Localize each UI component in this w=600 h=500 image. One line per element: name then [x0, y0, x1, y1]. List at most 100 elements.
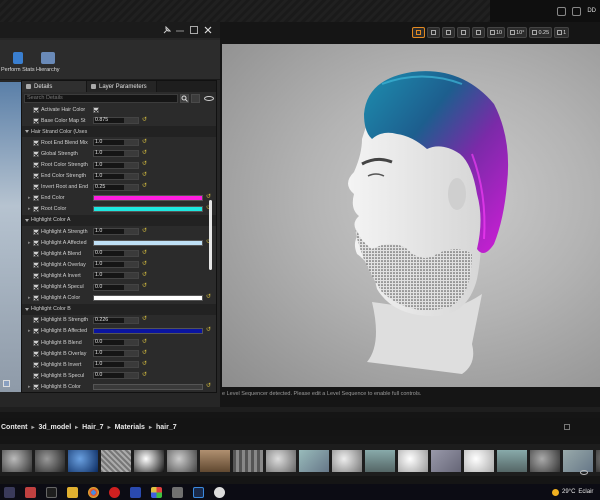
color-swatch[interactable] [93, 295, 203, 302]
parameter-value-input[interactable]: 1.0 [93, 161, 139, 169]
viewport-button[interactable] [472, 27, 485, 38]
reset-to-default-icon[interactable]: ↺ [142, 228, 148, 235]
color-swatch[interactable] [93, 206, 203, 213]
eye-icon[interactable] [204, 95, 214, 101]
value-slider-track[interactable] [124, 184, 138, 190]
parameter-row[interactable]: Highlight B Blend 0.0 ↺ [22, 337, 216, 348]
value-slider-track[interactable] [124, 373, 138, 379]
parameter-checkbox[interactable] [33, 272, 39, 279]
asset-thumbnail[interactable] [233, 450, 263, 472]
parameter-value-input[interactable]: 1.0 [93, 272, 139, 280]
color-swatch[interactable] [93, 383, 203, 390]
reset-to-default-icon[interactable]: ↺ [142, 250, 148, 257]
parameter-checkbox[interactable] [33, 106, 39, 113]
reset-to-default-icon[interactable]: ↺ [142, 139, 148, 146]
viewport-button[interactable] [427, 27, 440, 38]
value-slider-track[interactable] [124, 140, 138, 146]
parameter-row[interactable]: ▸Root Color↺ [22, 204, 216, 215]
reset-to-default-icon[interactable]: ↺ [142, 183, 148, 190]
parameter-row[interactable]: ▸Highlight A Affected↺ [22, 237, 216, 248]
chrome-icon[interactable] [88, 486, 99, 498]
parameter-checkbox[interactable] [33, 228, 39, 235]
asset-thumbnail[interactable] [167, 450, 197, 472]
breadcrumb-item[interactable]: hair_7 [156, 424, 177, 431]
breadcrumb-separator-icon[interactable]: ▸ [108, 424, 111, 431]
parameter-value-input[interactable]: 1.0 [93, 150, 139, 158]
asset-thumbnail[interactable] [2, 450, 32, 472]
value-slider-track[interactable] [124, 362, 138, 368]
photoshop-icon[interactable] [193, 486, 204, 498]
parameter-checkbox[interactable] [33, 383, 39, 390]
parameter-checkbox[interactable] [33, 150, 39, 157]
panel-scrollbar[interactable] [209, 200, 212, 270]
parameter-row[interactable]: Root Color Strength 1.0 ↺ [22, 159, 216, 170]
parameter-value-input[interactable]: 1.0 [93, 350, 139, 358]
parameter-checkbox[interactable] [33, 139, 39, 146]
parameter-value-input[interactable]: 0.0 [93, 339, 139, 347]
viewport-button[interactable]: 10 [487, 27, 506, 38]
viewport-button[interactable]: 0.25 [529, 27, 553, 38]
history-dropdown-icon[interactable] [564, 424, 570, 430]
color-swatch[interactable] [93, 239, 203, 246]
parameter-checkbox[interactable] [33, 339, 39, 346]
asset-thumbnail[interactable] [200, 450, 230, 472]
parameter-value-input[interactable]: 1.0 [93, 228, 139, 236]
category-header[interactable]: Highlight Color A [22, 214, 216, 227]
reset-to-default-icon[interactable]: ↺ [142, 372, 148, 379]
asset-thumbnail[interactable] [398, 450, 428, 472]
app-icon[interactable] [25, 486, 36, 498]
color-swatch[interactable] [93, 328, 203, 335]
breadcrumb-item[interactable]: Content [1, 424, 27, 431]
reset-to-default-icon[interactable]: ↺ [142, 361, 148, 368]
parameter-row[interactable]: Base Color Map St 0.875 ↺ [22, 115, 216, 126]
value-slider-track[interactable] [124, 340, 138, 346]
asset-thumbnail[interactable] [332, 450, 362, 472]
reset-to-default-icon[interactable]: ↺ [142, 161, 148, 168]
asset-thumbnail[interactable] [134, 450, 164, 472]
parameter-row[interactable]: Highlight B Invert 1.0 ↺ [22, 359, 216, 370]
parameter-checkbox[interactable] [33, 239, 39, 246]
parameter-value-input[interactable]: 1.0 [93, 261, 139, 269]
parameter-row[interactable]: Highlight B Overlay 1.0 ↺ [22, 348, 216, 359]
reset-to-default-icon[interactable]: ↺ [142, 150, 148, 157]
parameter-value-input[interactable]: 1.0 [93, 361, 139, 369]
mail-icon[interactable] [172, 486, 183, 498]
parameter-row[interactable]: Highlight A Blend 0.0 ↺ [22, 248, 216, 259]
value-slider-track[interactable] [124, 262, 138, 268]
value-slider-track[interactable] [124, 351, 138, 357]
parameter-checkbox[interactable] [33, 250, 39, 257]
reset-to-default-icon[interactable]: ↺ [142, 172, 148, 179]
breadcrumb-separator-icon[interactable]: ▸ [75, 424, 78, 431]
opera-icon[interactable] [109, 486, 120, 498]
viewport-button[interactable]: 1 [554, 27, 570, 38]
asset-thumbnail[interactable] [530, 450, 560, 472]
asset-thumbnail[interactable] [563, 450, 593, 472]
tab-details[interactable]: Details [22, 81, 87, 92]
tab-layer-parameters[interactable]: Layer Parameters [87, 81, 157, 92]
color-swatch[interactable] [93, 195, 203, 202]
asset-thumbnail[interactable] [365, 450, 395, 472]
close-icon[interactable] [204, 26, 212, 34]
notification-icon[interactable] [557, 6, 567, 16]
parameter-row[interactable]: ▸ Highlight B Color ↺ [22, 381, 216, 392]
parameter-value-input[interactable]: 1.0 [93, 172, 139, 180]
parameter-value-input[interactable]: 0.226 [93, 316, 139, 324]
breadcrumb-separator-icon[interactable]: ▸ [149, 424, 152, 431]
reset-to-default-icon[interactable]: ↺ [142, 316, 148, 323]
parameter-checkbox[interactable] [33, 350, 39, 357]
parameter-row[interactable]: Highlight B Specul 0.0 ↺ [22, 370, 216, 381]
parameter-value-input[interactable]: 0.0 [93, 372, 139, 380]
asset-thumbnail[interactable] [101, 450, 131, 472]
value-slider-track[interactable] [124, 284, 138, 290]
parameter-checkbox[interactable] [33, 184, 39, 191]
viewport-scene[interactable] [222, 44, 600, 387]
parameter-value-input[interactable]: 0.25 [93, 183, 139, 191]
scroll-left-icon[interactable] [3, 380, 10, 387]
reset-to-default-icon[interactable]: ↺ [206, 294, 212, 301]
parameter-checkbox[interactable] [33, 317, 39, 324]
parameter-checkbox[interactable] [33, 206, 39, 213]
viewport-button[interactable] [442, 27, 455, 38]
parameter-checkbox[interactable] [33, 261, 39, 268]
value-slider-track[interactable] [124, 273, 138, 279]
search-details-input[interactable]: Search Details [24, 93, 179, 103]
